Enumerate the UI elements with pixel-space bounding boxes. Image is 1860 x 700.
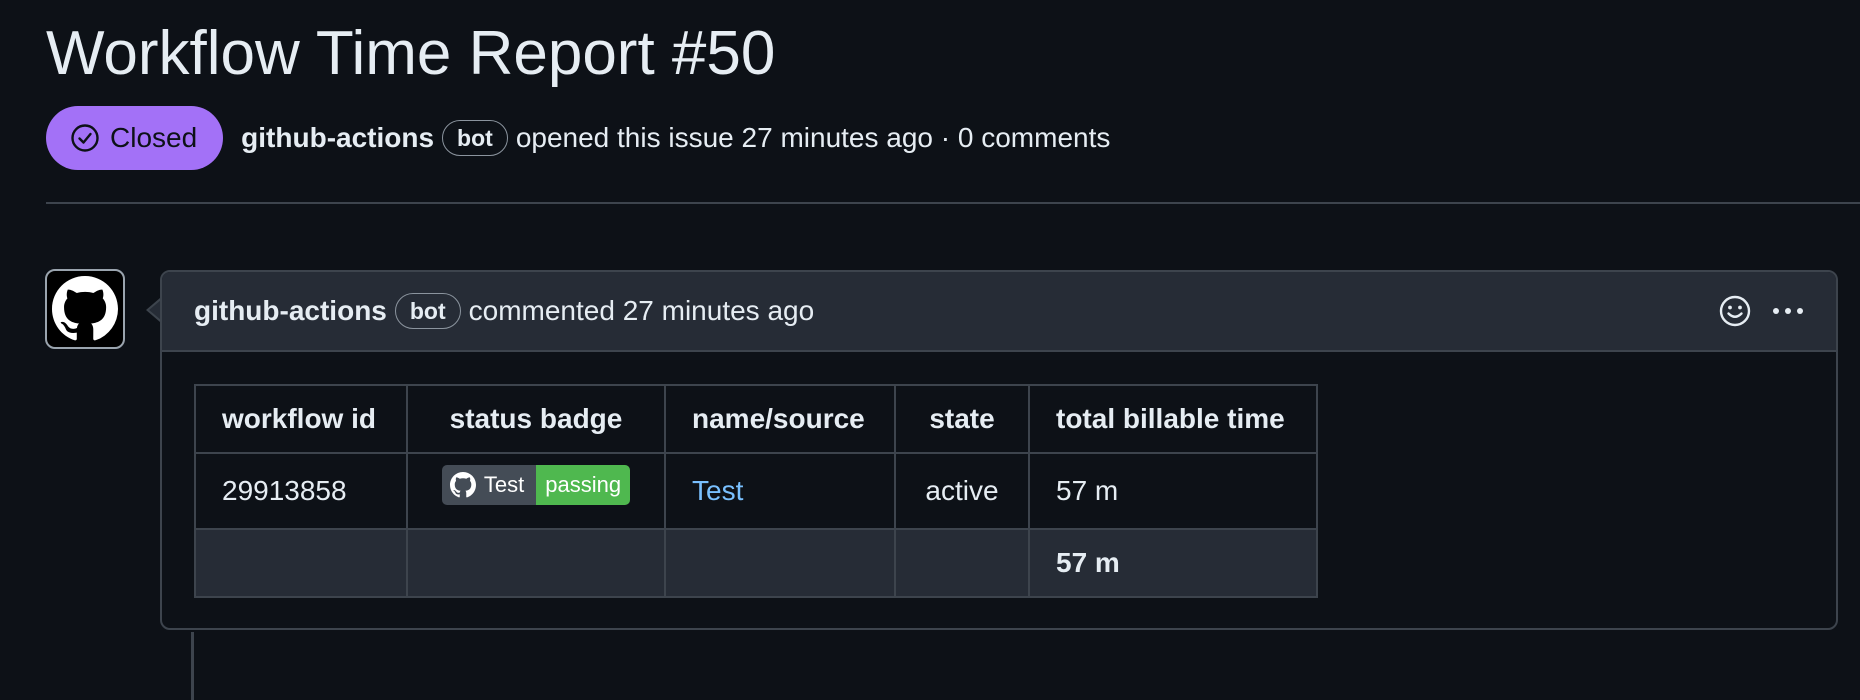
avatar[interactable] <box>45 269 125 349</box>
issue-opened-text: opened this issue 27 minutes ago · 0 com… <box>515 122 1111 153</box>
workflow-id-cell: 29913858 <box>194 452 408 530</box>
closed-state-badge: Closed <box>46 106 224 170</box>
table-header-row: workflow id status badge name/source sta… <box>194 384 1318 454</box>
github-mark-icon <box>52 276 118 341</box>
comment-meta-text[interactable]: commented 27 minutes ago <box>469 295 815 327</box>
table-row: 29913858 Test passing Test active 57 m <box>194 452 1318 530</box>
comment-header: github-actions bot commented 27 minutes … <box>162 272 1836 352</box>
workflow-report-table: workflow id status badge name/source sta… <box>194 384 1318 598</box>
issue-author-link[interactable]: github-actions <box>241 122 434 154</box>
badge-status-text: passing <box>536 465 631 505</box>
totals-row: 57 m <box>194 528 1318 598</box>
name-source-cell: Test <box>664 452 896 530</box>
billable-time-cell: 57 m <box>1028 452 1318 530</box>
issue-meta: Closed github-actions bot opened this is… <box>46 106 1110 170</box>
bot-badge: bot <box>442 120 508 156</box>
totals-empty-cell <box>194 528 408 598</box>
comment-author-link[interactable]: github-actions <box>194 295 387 327</box>
github-mark-icon <box>449 472 476 498</box>
workflow-name-link[interactable]: Test <box>692 475 743 506</box>
workflow-status-badge[interactable]: Test passing <box>441 465 631 505</box>
status-badge-label: Test <box>441 465 537 505</box>
column-header-status-badge: status badge <box>406 384 666 454</box>
column-header-name-source: name/source <box>664 384 896 454</box>
comment-box: github-actions bot commented 27 minutes … <box>160 270 1838 630</box>
badge-label-text: Test <box>483 472 525 497</box>
kebab-horizontal-icon[interactable] <box>1770 294 1806 328</box>
check-circle-icon <box>71 124 99 152</box>
state-cell: active <box>894 452 1030 530</box>
state-label: Closed <box>110 122 198 153</box>
smiley-icon[interactable] <box>1718 294 1752 328</box>
timeline-line <box>191 632 194 700</box>
column-header-workflow-id: workflow id <box>194 384 408 454</box>
totals-empty-cell <box>406 528 666 598</box>
totals-empty-cell <box>664 528 896 598</box>
header-divider <box>46 202 1860 204</box>
comment-actions <box>1718 272 1806 350</box>
issue-title: Workflow Time Report #50 <box>46 19 776 88</box>
column-header-total-billable-time: total billable time <box>1028 384 1318 454</box>
column-header-state: state <box>894 384 1030 454</box>
comment-bot-badge: bot <box>394 293 461 329</box>
totals-empty-cell <box>894 528 1030 598</box>
total-billable-time-sum: 57 m <box>1028 528 1318 598</box>
status-badge-cell: Test passing <box>406 452 666 530</box>
